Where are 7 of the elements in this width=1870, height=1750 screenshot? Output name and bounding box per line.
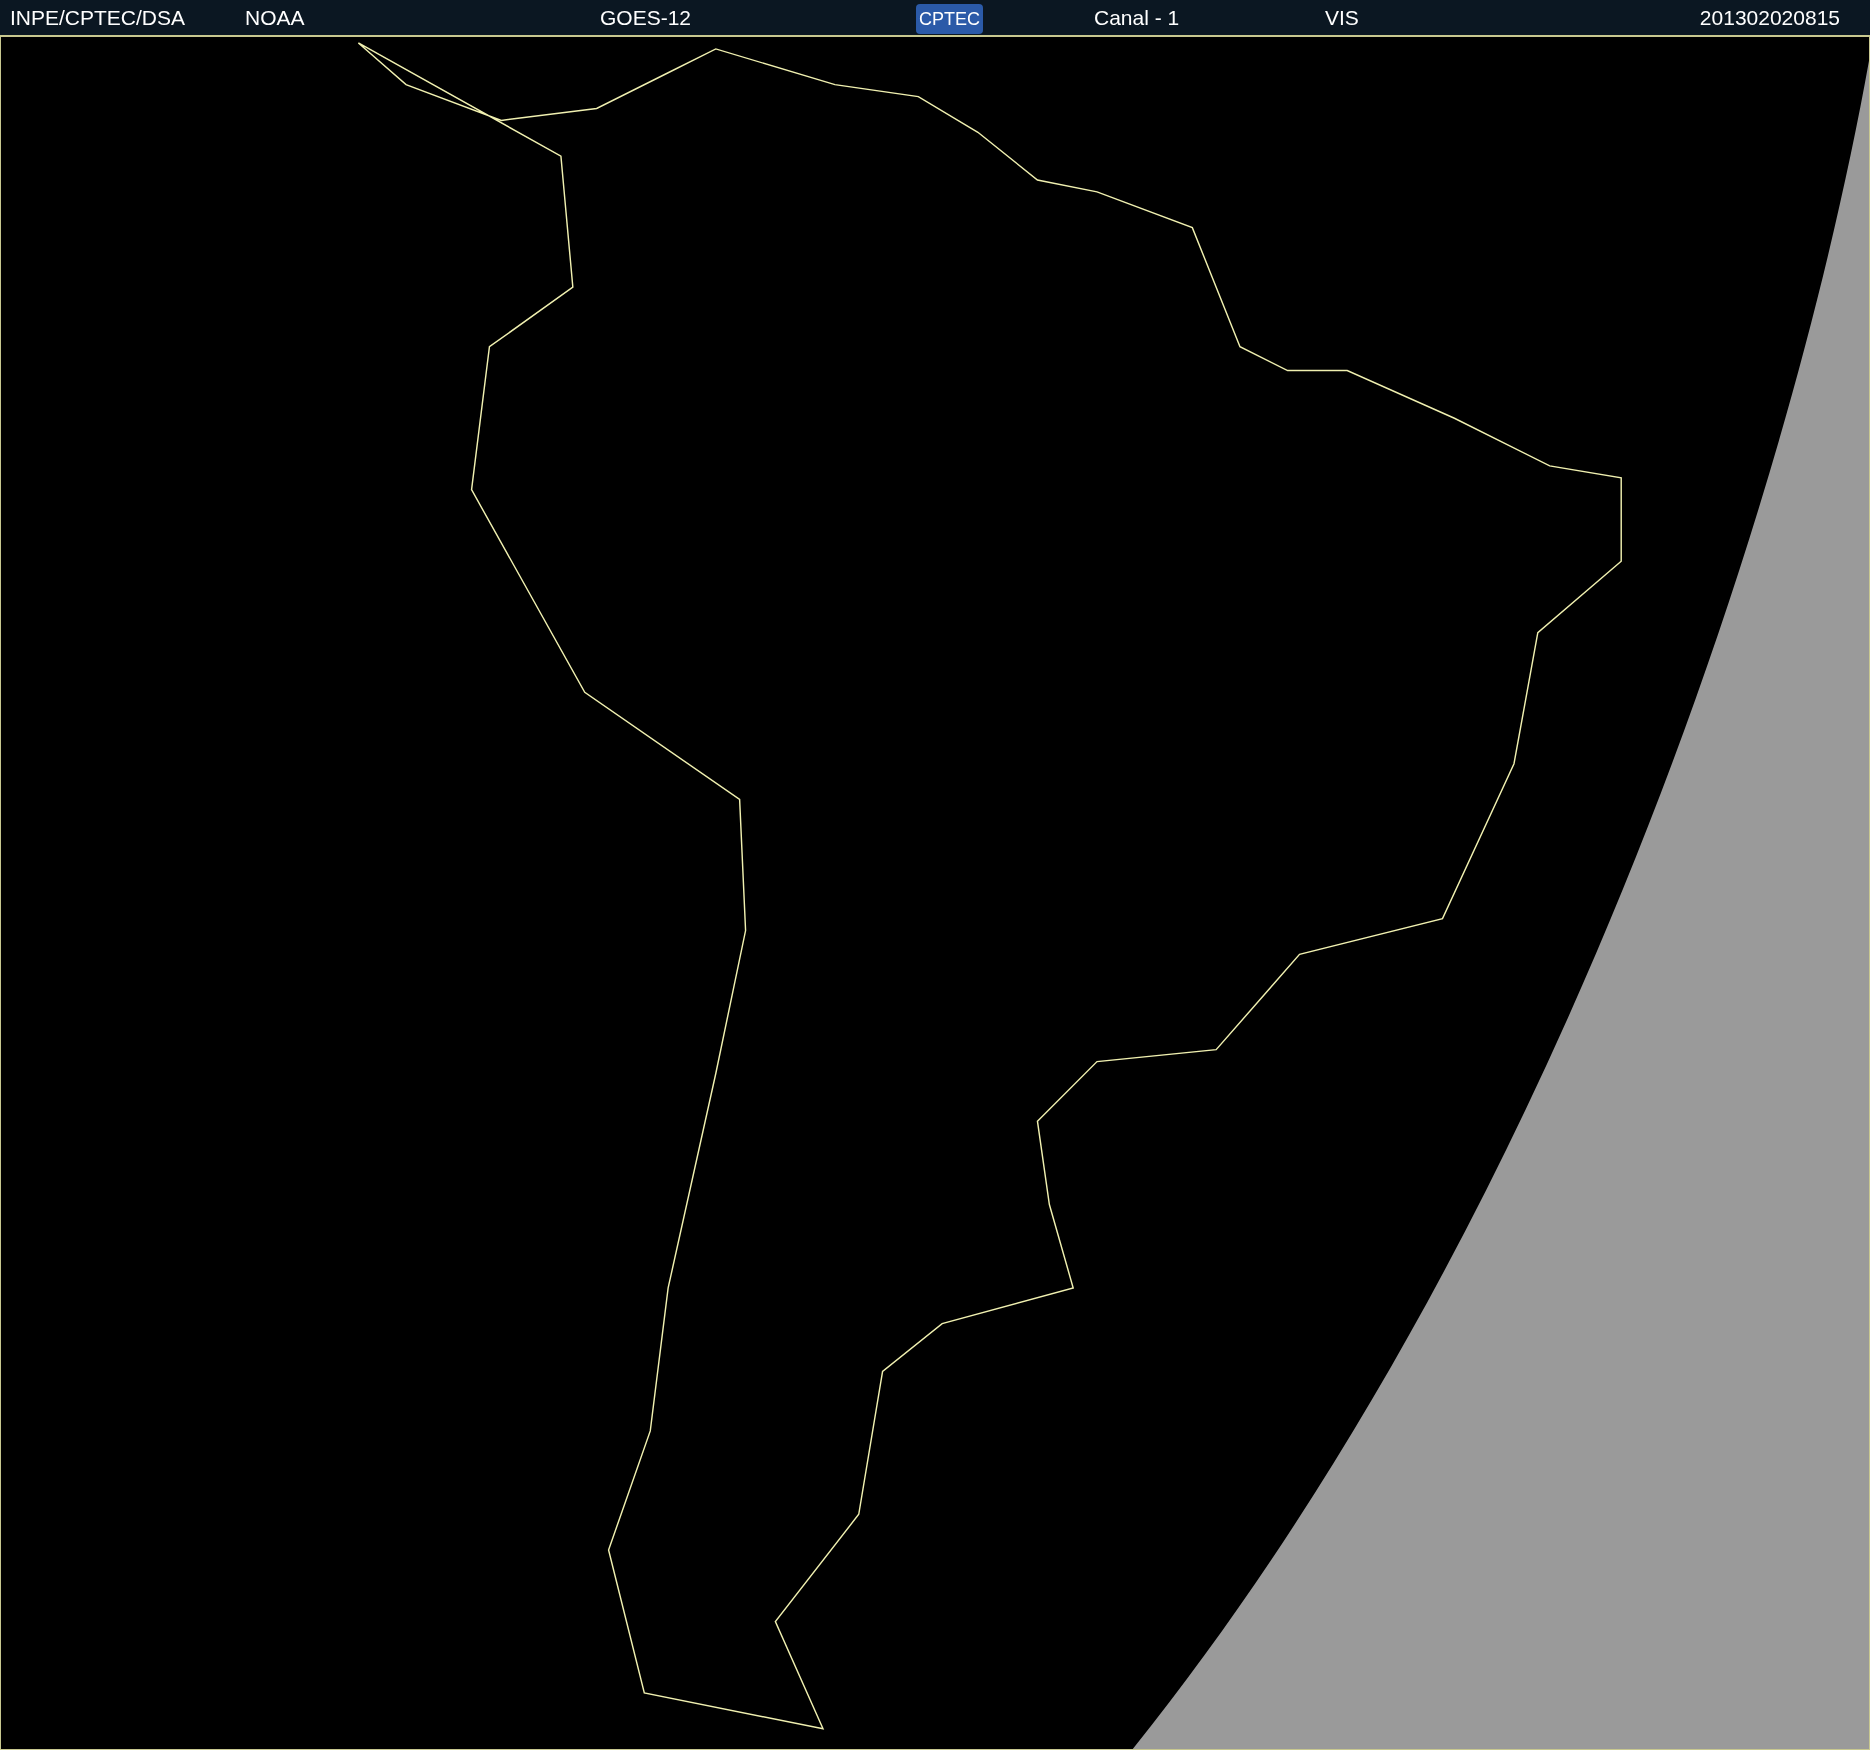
header-label: Canal - 1 (1094, 5, 1180, 29)
header-label: VIS (1325, 5, 1359, 29)
header-label: INPE/CPTEC/DSA (9, 5, 186, 29)
logo: CPTEC (916, 3, 983, 34)
header-label: 201302020815 (1699, 5, 1840, 29)
header-label: GOES-12 (600, 5, 692, 29)
header-label: NOAA (245, 5, 305, 29)
